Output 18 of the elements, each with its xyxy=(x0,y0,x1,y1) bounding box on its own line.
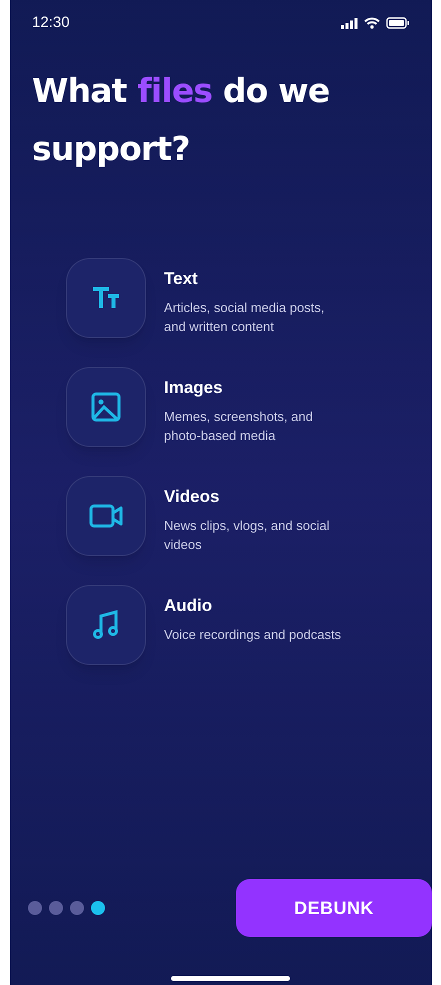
file-type-name: Videos xyxy=(164,486,220,508)
file-type-description: News clips, vlogs, and social videos xyxy=(164,516,330,554)
page-title: What files do we support? xyxy=(31,70,330,170)
battery-icon xyxy=(386,17,410,29)
file-type-name: Images xyxy=(164,377,224,399)
image-icon xyxy=(91,392,121,422)
status-time: 12:30 xyxy=(32,12,70,33)
file-type-description: Memes, screenshots, and photo-based media xyxy=(164,408,314,444)
video-camera-icon xyxy=(89,504,123,528)
file-type-name: Audio xyxy=(164,595,214,617)
text-size-icon xyxy=(91,286,121,310)
music-note-icon xyxy=(93,610,119,640)
file-type-description: Articles, social media posts, and written content xyxy=(164,298,326,336)
file-type-description: Voice recordings and podcasts xyxy=(164,626,342,644)
debunk-button[interactable]: DEBUNK xyxy=(236,879,432,937)
wifi-icon xyxy=(364,17,380,29)
signal-icon xyxy=(341,18,358,28)
file-type-name: Text xyxy=(164,268,199,290)
